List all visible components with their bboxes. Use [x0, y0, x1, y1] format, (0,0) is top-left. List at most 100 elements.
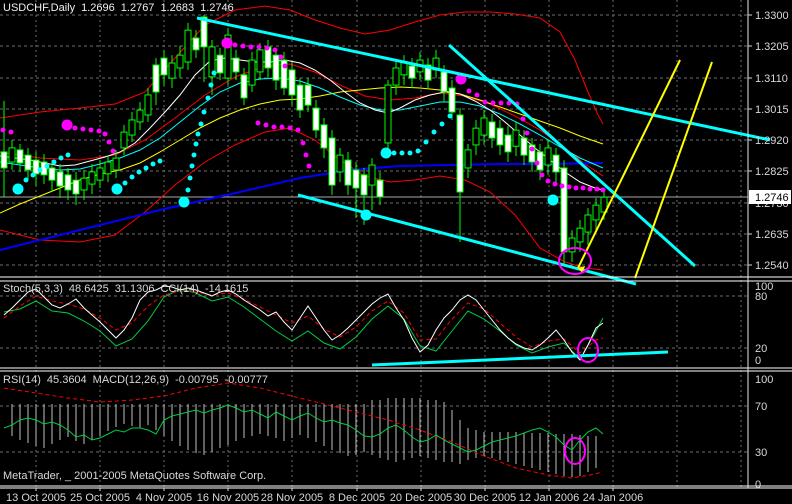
high-value: 1.2767	[120, 2, 155, 14]
svg-text:80: 80	[755, 291, 767, 303]
candle	[592, 204, 600, 221]
candle	[568, 237, 576, 253]
svg-text:1.2920: 1.2920	[755, 135, 789, 147]
candle	[352, 169, 360, 189]
svg-text:1.2746: 1.2746	[755, 192, 789, 204]
candle	[496, 127, 504, 146]
candle	[120, 131, 128, 149]
candle	[376, 179, 384, 198]
candle	[240, 74, 248, 99]
price-axis: 1.3300 1.3205 1.3110 1.3015 1.2920 1.2825 1.27…	[748, 10, 789, 272]
candle	[296, 84, 304, 111]
candle	[552, 154, 560, 173]
metatrader-chart-window: { "window": {"symbol": "USDCHF,Daily", "…	[0, 0, 792, 504]
svg-text:1.3110: 1.3110	[755, 73, 788, 85]
svg-text:25 Oct 2005: 25 Oct 2005	[70, 492, 130, 504]
candle	[152, 64, 160, 93]
candle	[184, 29, 192, 63]
candle	[88, 171, 96, 185]
candle	[0, 151, 8, 169]
candle	[584, 214, 592, 233]
candle	[168, 62, 176, 79]
svg-text:12 Jan 2006: 12 Jan 2006	[519, 492, 580, 504]
candle	[216, 54, 224, 74]
svg-text:70: 70	[755, 401, 767, 413]
candle	[344, 159, 352, 186]
macd-main-value: -0.00795	[175, 374, 219, 386]
candle	[136, 109, 144, 123]
candle	[464, 149, 472, 169]
candle	[72, 179, 80, 195]
buy-signal-dots-big-dot	[380, 147, 392, 159]
candle	[560, 167, 568, 253]
buy-signal-dots-big-dot	[111, 183, 123, 195]
chart-canvas[interactable]: 1.3300 1.3205 1.3110 1.3015 1.2920 1.2825 1.27…	[0, 0, 792, 504]
candle	[256, 49, 264, 73]
stoch-indicator-header: Stoch(5,3,3) 48.6425 31.1306 CCI(14) -14.161…	[3, 283, 254, 295]
candle	[176, 54, 184, 69]
date-axis: 13 Oct 2005 25 Oct 2005 4 Nov 2005 16 Nov 2…	[6, 488, 643, 504]
candle	[440, 71, 448, 93]
stoch-cross-circle[interactable]	[577, 337, 599, 363]
candle	[472, 127, 480, 146]
candle	[128, 119, 136, 136]
svg-text:1.2540: 1.2540	[755, 260, 789, 272]
candle	[64, 174, 72, 191]
svg-text:20: 20	[755, 343, 767, 355]
candle	[8, 147, 16, 163]
stoch-d-value: 31.1306	[114, 283, 155, 295]
copyright-text: MetaTrader, _ 2001-2005 MetaQuotes Softw…	[3, 470, 267, 482]
candle	[312, 107, 320, 131]
macd-signal-value: -0.00777	[224, 374, 268, 386]
rsi-turn-circle[interactable]	[564, 437, 586, 465]
candle	[368, 164, 376, 186]
svg-text:30 Dec 2005: 30 Dec 2005	[454, 492, 516, 504]
sell-signal-dots-big-dot	[221, 37, 233, 49]
candle	[16, 149, 24, 164]
candle	[408, 65, 416, 79]
candle	[24, 154, 32, 171]
svg-text:1.2635: 1.2635	[755, 229, 789, 241]
rsi-indicator-header: RSI(14) 45.3604 MACD(12,26,9) -0.00795 -0.00…	[3, 374, 274, 386]
open-value: 1.2696	[81, 2, 115, 14]
candle	[248, 59, 256, 86]
stoch-label: Stoch(5,3,3)	[3, 283, 63, 295]
candle	[232, 57, 240, 73]
sell-signal-dots	[0, 37, 606, 193]
candle	[288, 69, 296, 96]
svg-text:24 Jan 2006: 24 Jan 2006	[583, 492, 644, 504]
candle	[456, 114, 464, 193]
svg-text:20 Dec 2005: 20 Dec 2005	[390, 492, 452, 504]
svg-text:28 Nov 2005: 28 Nov 2005	[261, 492, 323, 504]
buy-signal-dots-big-dot	[547, 194, 559, 206]
stoch-panel-lines	[3, 285, 604, 361]
candle	[48, 167, 56, 181]
candle	[336, 154, 344, 173]
candle	[328, 137, 336, 186]
buy-signal-dots-big-dot	[12, 183, 24, 195]
svg-text:100: 100	[755, 374, 773, 386]
candle	[104, 161, 112, 175]
candle	[160, 57, 168, 76]
candle	[488, 121, 496, 139]
low-value: 1.2683	[160, 2, 195, 14]
macd-label: MACD(12,26,9)	[92, 374, 170, 386]
candle	[448, 87, 456, 113]
candle	[544, 147, 552, 166]
candle	[80, 177, 88, 191]
candle	[392, 67, 400, 86]
stoch-support-line[interactable]	[371, 350, 669, 367]
candle	[192, 37, 200, 51]
candle	[272, 54, 280, 81]
svg-text:0: 0	[755, 479, 761, 491]
candle	[320, 124, 328, 149]
candle	[512, 129, 520, 147]
svg-text:13 Oct 2005: 13 Oct 2005	[6, 492, 66, 504]
candle	[96, 167, 104, 181]
rsi-value: 45.3604	[46, 374, 87, 386]
candle	[144, 94, 152, 116]
candle	[504, 134, 512, 153]
cci-label: CCI(14)	[160, 283, 199, 295]
candle	[112, 157, 120, 171]
chart-title: USDCHF,Daily 1.2696 1.2767 1.2683 1.2746	[3, 2, 240, 14]
